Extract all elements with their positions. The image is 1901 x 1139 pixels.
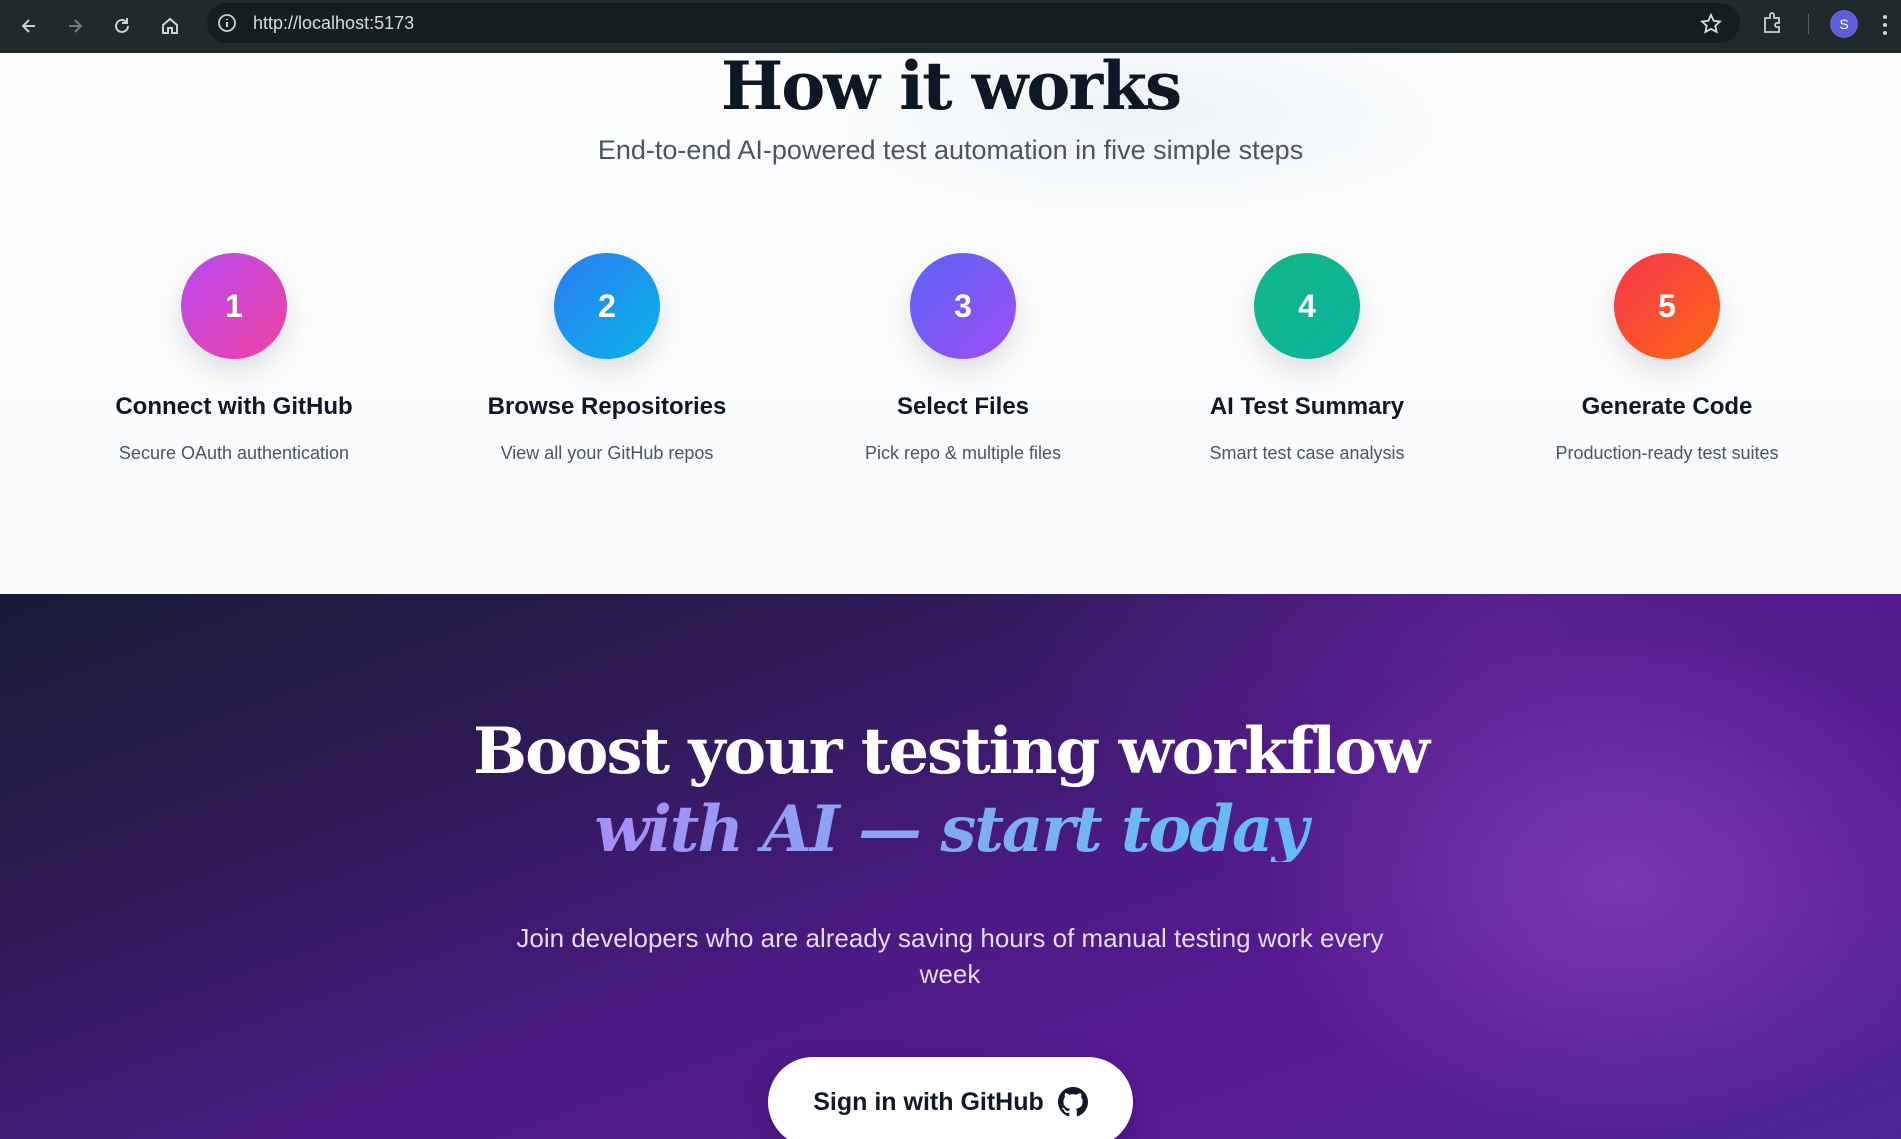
step-2: 2 Browse Repositories View all your GitH… <box>437 253 777 464</box>
extensions-icon[interactable] <box>1760 10 1786 36</box>
cta-subtitle: Join developers who are already saving h… <box>516 923 1384 989</box>
step-description: Pick repo & multiple files <box>864 443 1062 463</box>
step-5: 5 Generate Code Production-ready test su… <box>1497 253 1837 464</box>
profile-avatar[interactable]: S <box>1830 10 1858 38</box>
step-number-badge: 5 <box>1614 253 1720 359</box>
step-title: AI Test Summary <box>1209 393 1405 420</box>
step-description: Production-ready test suites <box>1555 443 1779 463</box>
forward-icon[interactable] <box>59 10 91 42</box>
how-it-works-title: How it works <box>720 47 1182 125</box>
step-title: Select Files <box>896 393 1030 420</box>
step-description: View all your GitHub repos <box>500 443 714 463</box>
address-bar[interactable]: http://localhost:5173 <box>207 3 1740 43</box>
step-description: Secure OAuth authentication <box>118 443 350 463</box>
sign-in-github-button[interactable]: Sign in with GitHub <box>768 1057 1133 1139</box>
cta-section: Boost your testing workflow with AI — st… <box>0 594 1901 1139</box>
step-number-badge: 2 <box>554 253 660 359</box>
more-menu-icon[interactable] <box>1880 12 1890 38</box>
step-number-badge: 1 <box>181 253 287 359</box>
reload-icon[interactable] <box>106 10 138 42</box>
url-text[interactable]: http://localhost:5173 <box>253 13 414 34</box>
step-description: Smart test case analysis <box>1209 443 1405 463</box>
cta-title: Boost your testing workflow <box>473 714 1430 789</box>
back-icon[interactable] <box>13 10 45 42</box>
step-3: 3 Select Files Pick repo & multiple file… <box>793 253 1133 464</box>
home-icon[interactable] <box>154 10 186 42</box>
step-title: Browse Repositories <box>487 393 727 420</box>
site-info-icon[interactable] <box>217 13 237 33</box>
sign-in-github-label: Sign in with GitHub <box>813 1087 1044 1116</box>
github-icon <box>1057 1087 1088 1117</box>
step-4: 4 AI Test Summary Smart test case analys… <box>1137 253 1477 464</box>
step-title: Generate Code <box>1581 393 1753 420</box>
step-title: Connect with GitHub <box>115 393 353 420</box>
step-1: 1 Connect with GitHub Secure OAuth authe… <box>64 253 404 464</box>
step-number-badge: 3 <box>910 253 1016 359</box>
step-number-badge: 4 <box>1254 253 1360 359</box>
toolbar-divider <box>1808 14 1809 34</box>
browser-toolbar: http://localhost:5173 S <box>0 0 1901 53</box>
how-it-works-section: How it works End-to-end AI-powered test … <box>0 53 1901 594</box>
cta-title-highlight: with AI — start today <box>0 798 1901 862</box>
bookmark-star-icon[interactable] <box>1699 12 1723 35</box>
how-it-works-subtitle: End-to-end AI-powered test automation in… <box>597 135 1304 165</box>
